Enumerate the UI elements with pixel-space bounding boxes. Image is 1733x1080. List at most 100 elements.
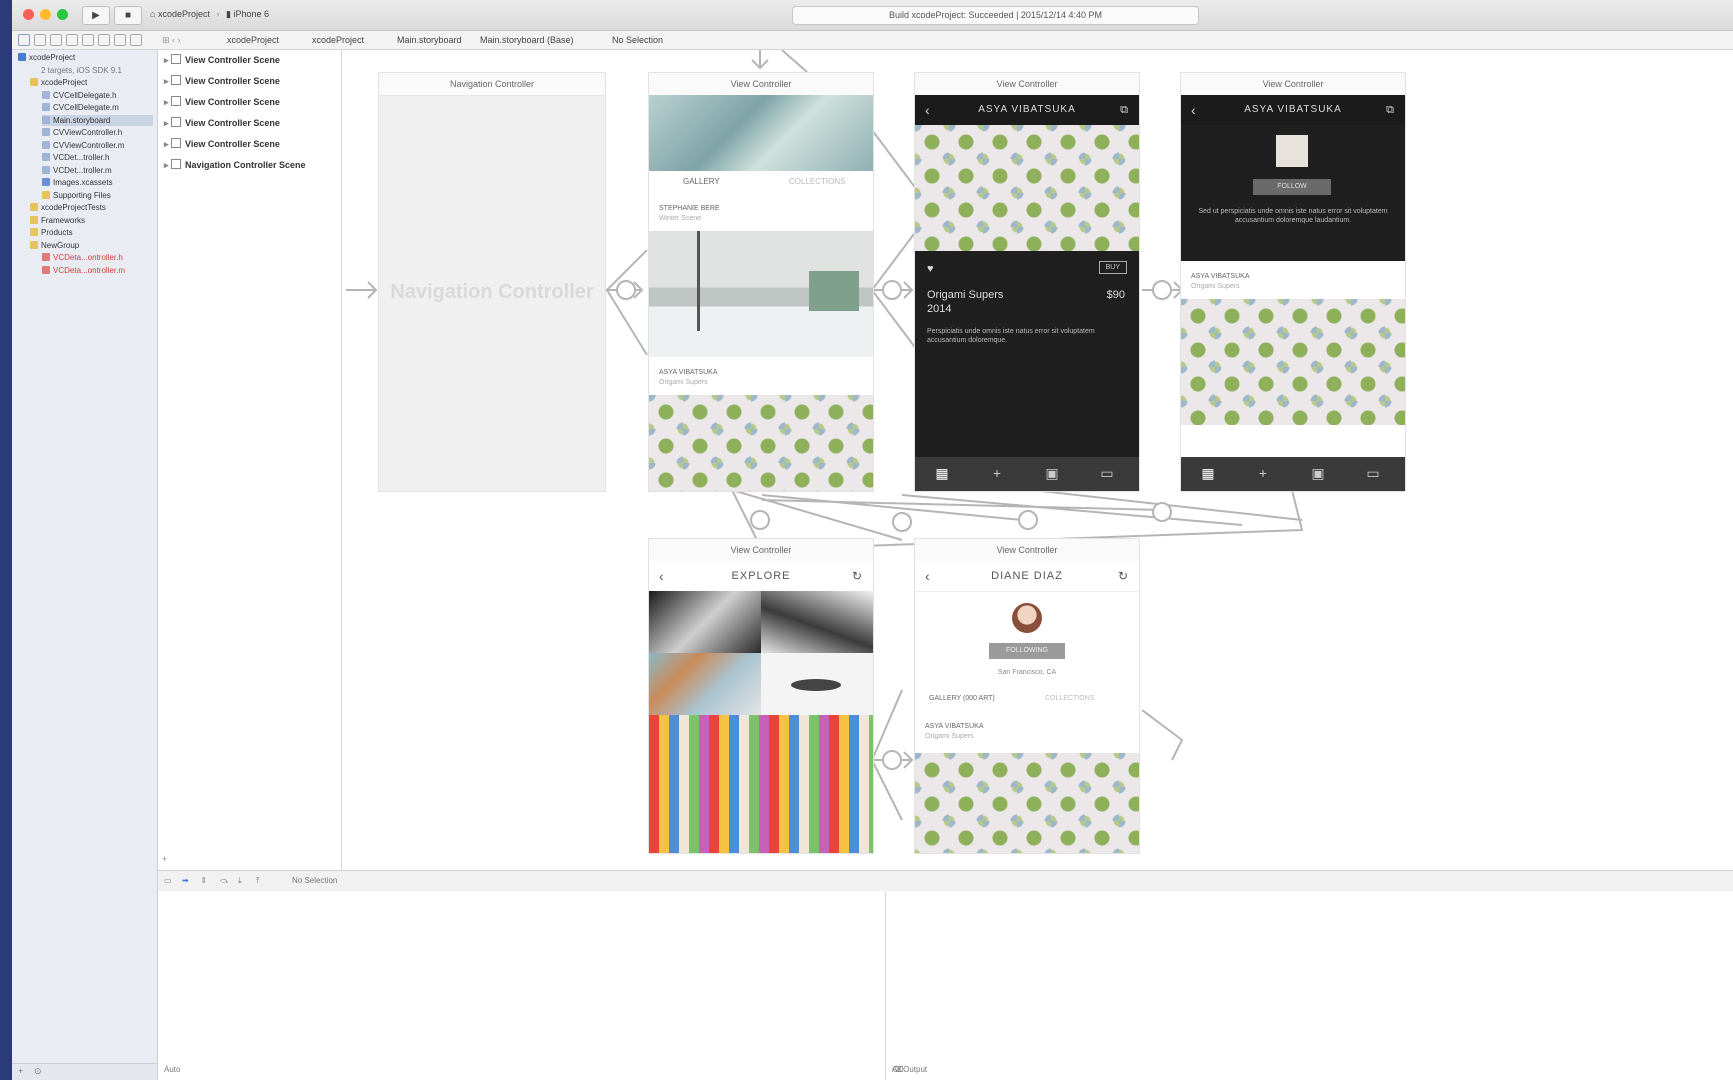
artist-view-controller-scene[interactable]: View Controller ‹ DIANE DIAZ ↻ FOLLOWING…: [914, 538, 1140, 854]
navigator-item[interactable]: Main.storyboard: [42, 114, 153, 126]
navigator-item[interactable]: Supporting Files: [42, 190, 153, 201]
storyboard-canvas[interactable]: Navigation Controller Navigation Control…: [342, 50, 1733, 870]
breadcrumb-2[interactable]: Main.storyboard: [397, 31, 462, 49]
profile-view-controller-scene[interactable]: View Controller ‹ ASYA VIBATSUKA ⧉ FOLLO…: [1180, 72, 1406, 492]
xcode-window: ▶ ■ ⌂ xcodeProject › ▮ iPhone 6 Build xc…: [12, 0, 1733, 1080]
tab-image-icon[interactable]: ▣: [1309, 465, 1327, 481]
navigator-item[interactable]: CVViewController.h: [42, 127, 153, 138]
variables-scope-selector[interactable]: Auto: [164, 1065, 180, 1074]
navigation-controller-scene[interactable]: Navigation Controller Navigation Control…: [378, 72, 606, 492]
back-icon[interactable]: ‹: [1191, 95, 1197, 125]
tab-collections[interactable]: COLLECTIONS: [789, 177, 845, 186]
tab-add-icon[interactable]: +: [1254, 465, 1272, 481]
pause-icon[interactable]: ‖: [202, 876, 205, 885]
navigator-item[interactable]: xcodeProject: [18, 52, 153, 63]
tab-image-icon[interactable]: ▣: [1043, 465, 1061, 481]
tab-grid-icon[interactable]: ▦: [933, 465, 951, 481]
navigator-item[interactable]: VCDeta...ontroller.h: [42, 252, 153, 263]
follow-button[interactable]: FOLLOW: [1253, 179, 1331, 195]
outline-scene-item[interactable]: ▸ View Controller Scene: [164, 136, 280, 152]
disclosure-triangle-icon[interactable]: ▸: [164, 160, 171, 170]
minimize-window-button[interactable]: [40, 9, 51, 20]
back-icon[interactable]: ‹: [925, 561, 931, 591]
buy-button[interactable]: BUY: [1098, 261, 1127, 274]
back-icon[interactable]: ‹: [659, 561, 665, 591]
navigator-item[interactable]: 2 targets, iOS SDK 9.1: [30, 65, 153, 76]
artwork-description: Perspiciatis unde omnis iste natus error…: [927, 328, 1095, 344]
project-navigator-icon[interactable]: [18, 34, 30, 46]
console-output-selector[interactable]: All Output: [892, 1065, 927, 1074]
navigator-item[interactable]: xcodeProject: [30, 77, 153, 88]
navigator-item[interactable]: CVViewController.m: [42, 140, 153, 151]
navigator-item[interactable]: Frameworks: [30, 215, 153, 226]
disclosure-triangle-icon[interactable]: ▸: [164, 97, 171, 107]
breakpoint-navigator-icon[interactable]: [114, 34, 126, 46]
gallery-view-controller-scene[interactable]: View Controller GALLERY COLLECTIONS STEP…: [648, 72, 874, 492]
navigator-item[interactable]: VCDet...troller.m: [42, 165, 153, 176]
debug-navigator-icon[interactable]: [98, 34, 110, 46]
following-button[interactable]: FOLLOWING: [989, 643, 1065, 659]
tab-screen-icon[interactable]: ▭: [1364, 465, 1382, 481]
outline-add-icon[interactable]: +: [162, 854, 167, 864]
step-in-icon[interactable]: ⤓: [238, 876, 242, 886]
filter-icon[interactable]: ⊙: [34, 1066, 42, 1077]
close-window-button[interactable]: [23, 9, 34, 20]
refresh-icon[interactable]: ↻: [852, 561, 863, 591]
navigator-item[interactable]: Products: [30, 227, 153, 238]
breakpoints-toggle-icon[interactable]: ➡: [182, 876, 189, 885]
heart-icon[interactable]: ♥: [927, 263, 934, 275]
outline-scene-item[interactable]: ▸ View Controller Scene: [164, 94, 280, 110]
explore-tile[interactable]: [761, 653, 873, 715]
breadcrumb-4[interactable]: No Selection: [612, 31, 663, 49]
outline-scene-item[interactable]: ▸ View Controller Scene: [164, 73, 280, 89]
step-out-icon[interactable]: ⤒: [256, 876, 260, 886]
step-over-icon[interactable]: ⤼: [220, 876, 229, 886]
detail-view-controller-scene[interactable]: View Controller ‹ ASYA VIBATSUKA ⧉ ♥ BUY…: [914, 72, 1140, 492]
refresh-icon[interactable]: ↻: [1118, 561, 1129, 591]
grid-icon[interactable]: ⊞ ‹ ›: [162, 31, 181, 49]
disclosure-triangle-icon[interactable]: ▸: [164, 76, 171, 86]
symbol-navigator-icon[interactable]: [34, 34, 46, 46]
breadcrumb-3[interactable]: Main.storyboard (Base): [480, 31, 574, 49]
test-navigator-icon[interactable]: [82, 34, 94, 46]
add-icon[interactable]: +: [18, 1066, 23, 1076]
outline-scene-item[interactable]: ▸ Navigation Controller Scene: [164, 157, 306, 173]
issue-navigator-icon[interactable]: [66, 34, 78, 46]
explore-tile[interactable]: [649, 653, 761, 715]
hide-debug-icon[interactable]: ▭: [164, 876, 172, 885]
navigator-item[interactable]: VCDet...troller.h: [42, 152, 153, 163]
zoom-window-button[interactable]: [57, 9, 68, 20]
navigator-item[interactable]: CVCellDelegate.m: [42, 102, 153, 113]
navigator-item[interactable]: Images.xcassets: [42, 177, 153, 188]
tab-artist-gallery[interactable]: GALLERY (000 ART): [929, 695, 995, 702]
explore-tile[interactable]: [649, 591, 761, 653]
navigator-item[interactable]: CVCellDelegate.h: [42, 90, 153, 101]
navigator-item[interactable]: xcodeProjectTests: [30, 202, 153, 213]
back-icon[interactable]: ‹: [925, 95, 931, 125]
breadcrumb-0[interactable]: xcodeProject: [227, 31, 279, 49]
find-navigator-icon[interactable]: [50, 34, 62, 46]
stop-button[interactable]: ■: [114, 6, 142, 25]
explore-view-controller-scene[interactable]: View Controller ‹ EXPLORE ↻: [648, 538, 874, 854]
navigator-item[interactable]: VCDeta...ontroller.m: [42, 265, 153, 276]
debug-split[interactable]: [885, 891, 886, 1080]
tab-artist-collections[interactable]: COLLECTIONS: [1045, 695, 1094, 702]
tab-add-icon[interactable]: +: [988, 465, 1006, 481]
share-icon[interactable]: ⧉: [1120, 95, 1129, 125]
explore-feature-image[interactable]: [649, 715, 873, 853]
report-navigator-icon[interactable]: [130, 34, 142, 46]
navigator-item[interactable]: NewGroup: [30, 240, 153, 251]
breadcrumb-1[interactable]: xcodeProject: [312, 31, 364, 49]
tab-gallery[interactable]: GALLERY: [683, 177, 720, 186]
explore-tile[interactable]: [761, 591, 873, 653]
outline-scene-item[interactable]: ▸ View Controller Scene: [164, 52, 280, 68]
disclosure-triangle-icon[interactable]: ▸: [164, 139, 171, 149]
outline-scene-item[interactable]: ▸ View Controller Scene: [164, 115, 280, 131]
run-button[interactable]: ▶: [82, 6, 110, 25]
tab-grid-icon[interactable]: ▦: [1199, 465, 1217, 481]
share-icon[interactable]: ⧉: [1386, 95, 1395, 125]
disclosure-triangle-icon[interactable]: ▸: [164, 118, 171, 128]
tab-screen-icon[interactable]: ▭: [1098, 465, 1116, 481]
disclosure-triangle-icon[interactable]: ▸: [164, 55, 171, 65]
scheme-selector[interactable]: ⌂ xcodeProject › ▮ iPhone 6: [150, 6, 269, 23]
